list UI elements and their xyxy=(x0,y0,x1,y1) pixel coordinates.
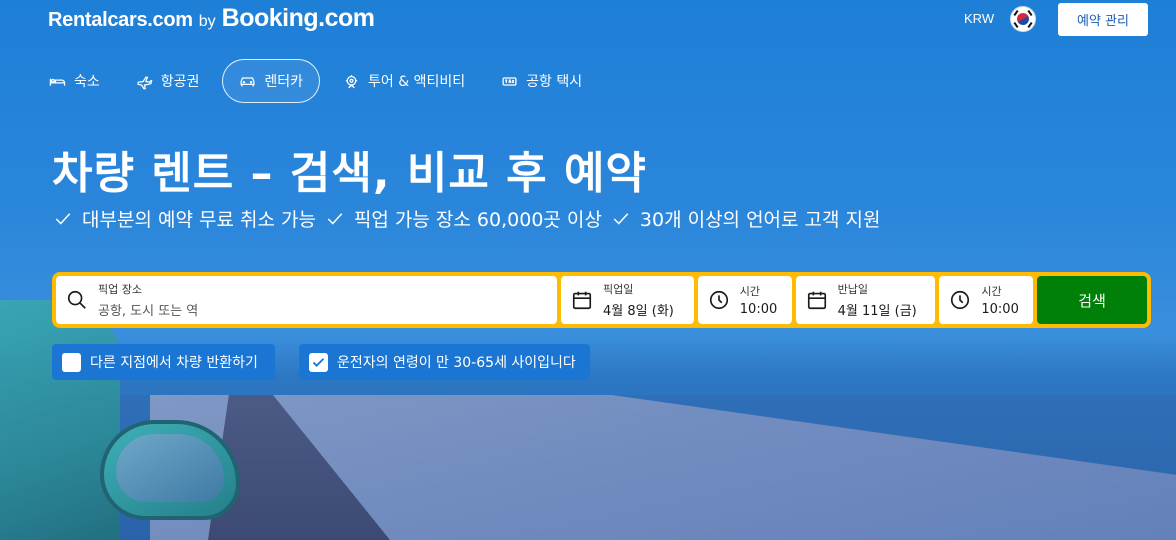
checkmark-icon xyxy=(327,212,343,225)
return-date-value: 4월 11일 (금) xyxy=(837,304,917,319)
checked-checkbox[interactable] xyxy=(309,352,328,372)
feature-list: 대부분의 예약 무료 취소 가능 픽업 가능 장소 60,000곳 이상 30개… xyxy=(54,205,881,232)
nav-item-label: 숙소 xyxy=(74,74,100,90)
checkmark-icon xyxy=(613,212,629,225)
pickup-date-label: 픽업일 xyxy=(603,283,634,296)
car-icon xyxy=(240,76,255,86)
south-korea-flag-icon[interactable] xyxy=(1010,6,1036,32)
car-search-form: 픽업 장소 공항, 도시 또는 역 픽업일 4월 8일 (화) 시간 10:00… xyxy=(52,272,1151,328)
airplane-icon xyxy=(137,76,153,89)
search-icon xyxy=(67,290,86,309)
search-button[interactable]: 검색 xyxy=(1037,276,1147,324)
pickup-time-value: 10:00 xyxy=(739,302,778,317)
page-title: 차량 렌트 – 검색, 비교 후 예약 xyxy=(52,148,647,199)
nav-item-flights[interactable]: 항공권 xyxy=(123,59,213,103)
car-body-scenery xyxy=(0,300,120,540)
driver-age-label: 운전자의 연령이 만 30-65세 사이입니다 xyxy=(337,355,576,371)
feature-text: 픽업 가능 장소 60,000곳 이상 xyxy=(353,209,602,231)
pickup-date-field[interactable]: 픽업일 4월 8일 (화) xyxy=(561,276,694,324)
manage-booking-button[interactable]: 예약 관리 xyxy=(1058,3,1148,36)
driver-age-checkbox-option[interactable]: 운전자의 연령이 만 30-65세 사이입니다 xyxy=(299,344,590,380)
pickup-location-label: 픽업 장소 xyxy=(98,283,142,296)
return-time-label: 시간 xyxy=(981,285,1002,298)
brand-primary: Rentalcars.com xyxy=(48,9,193,31)
checkmark-icon xyxy=(312,357,325,367)
feature-item: 30개 이상의 언어로 고객 지원 xyxy=(612,205,881,232)
currency-selector[interactable]: KRW xyxy=(964,11,994,26)
pickup-location-input[interactable]: 공항, 도시 또는 역 xyxy=(98,300,198,319)
feature-text: 대부분의 예약 무료 취소 가능 xyxy=(82,209,316,231)
return-time-value: 10:00 xyxy=(981,302,1019,317)
nav-item-car-rental[interactable]: 렌터카 xyxy=(222,59,321,103)
nav-item-airport-taxi[interactable]: 공항 택시 xyxy=(488,59,595,103)
product-nav: 숙소 항공권 렌터카 투어 & 액티비티 공항 택시 xyxy=(36,59,605,103)
pickup-time-field[interactable]: 시간 10:00 xyxy=(697,276,792,324)
brand-logo[interactable]: Rentalcars.com by Booking.com xyxy=(48,4,375,33)
return-time-field[interactable]: 시간 10:00 xyxy=(939,276,1034,324)
pickup-location-field[interactable]: 픽업 장소 공항, 도시 또는 역 xyxy=(56,276,558,324)
nav-item-label: 공항 택시 xyxy=(526,74,583,90)
bed-icon xyxy=(49,78,66,86)
clock-icon xyxy=(709,290,728,310)
nav-item-label: 투어 & 액티비티 xyxy=(368,74,466,90)
brand-secondary: Booking.com xyxy=(221,4,375,32)
feature-text: 30개 이상의 언어로 고객 지원 xyxy=(639,209,881,231)
nav-item-label: 렌터카 xyxy=(264,74,304,90)
feature-item: 픽업 가능 장소 60,000곳 이상 xyxy=(326,205,602,232)
taxi-icon xyxy=(502,76,517,86)
different-return-checkbox-option[interactable]: 다른 지점에서 차량 반환하기 xyxy=(52,344,275,380)
calendar-icon xyxy=(807,291,826,310)
different-return-label: 다른 지점에서 차량 반환하기 xyxy=(90,355,258,371)
nav-item-attractions[interactable]: 투어 & 액티비티 xyxy=(330,59,478,103)
nav-item-label: 항공권 xyxy=(160,74,200,90)
return-date-field[interactable]: 반납일 4월 11일 (금) xyxy=(795,276,936,324)
return-date-label: 반납일 xyxy=(837,283,868,296)
calendar-icon xyxy=(572,291,592,310)
feature-item: 대부분의 예약 무료 취소 가능 xyxy=(54,205,316,232)
attraction-icon xyxy=(345,74,358,88)
pickup-date-value: 4월 8일 (화) xyxy=(603,304,674,319)
checkmark-icon xyxy=(55,212,71,225)
pickup-time-label: 시간 xyxy=(739,285,761,298)
brand-by: by xyxy=(198,13,216,30)
unchecked-checkbox[interactable] xyxy=(62,352,81,372)
nav-item-stays[interactable]: 숙소 xyxy=(36,59,113,103)
clock-icon xyxy=(951,290,970,310)
